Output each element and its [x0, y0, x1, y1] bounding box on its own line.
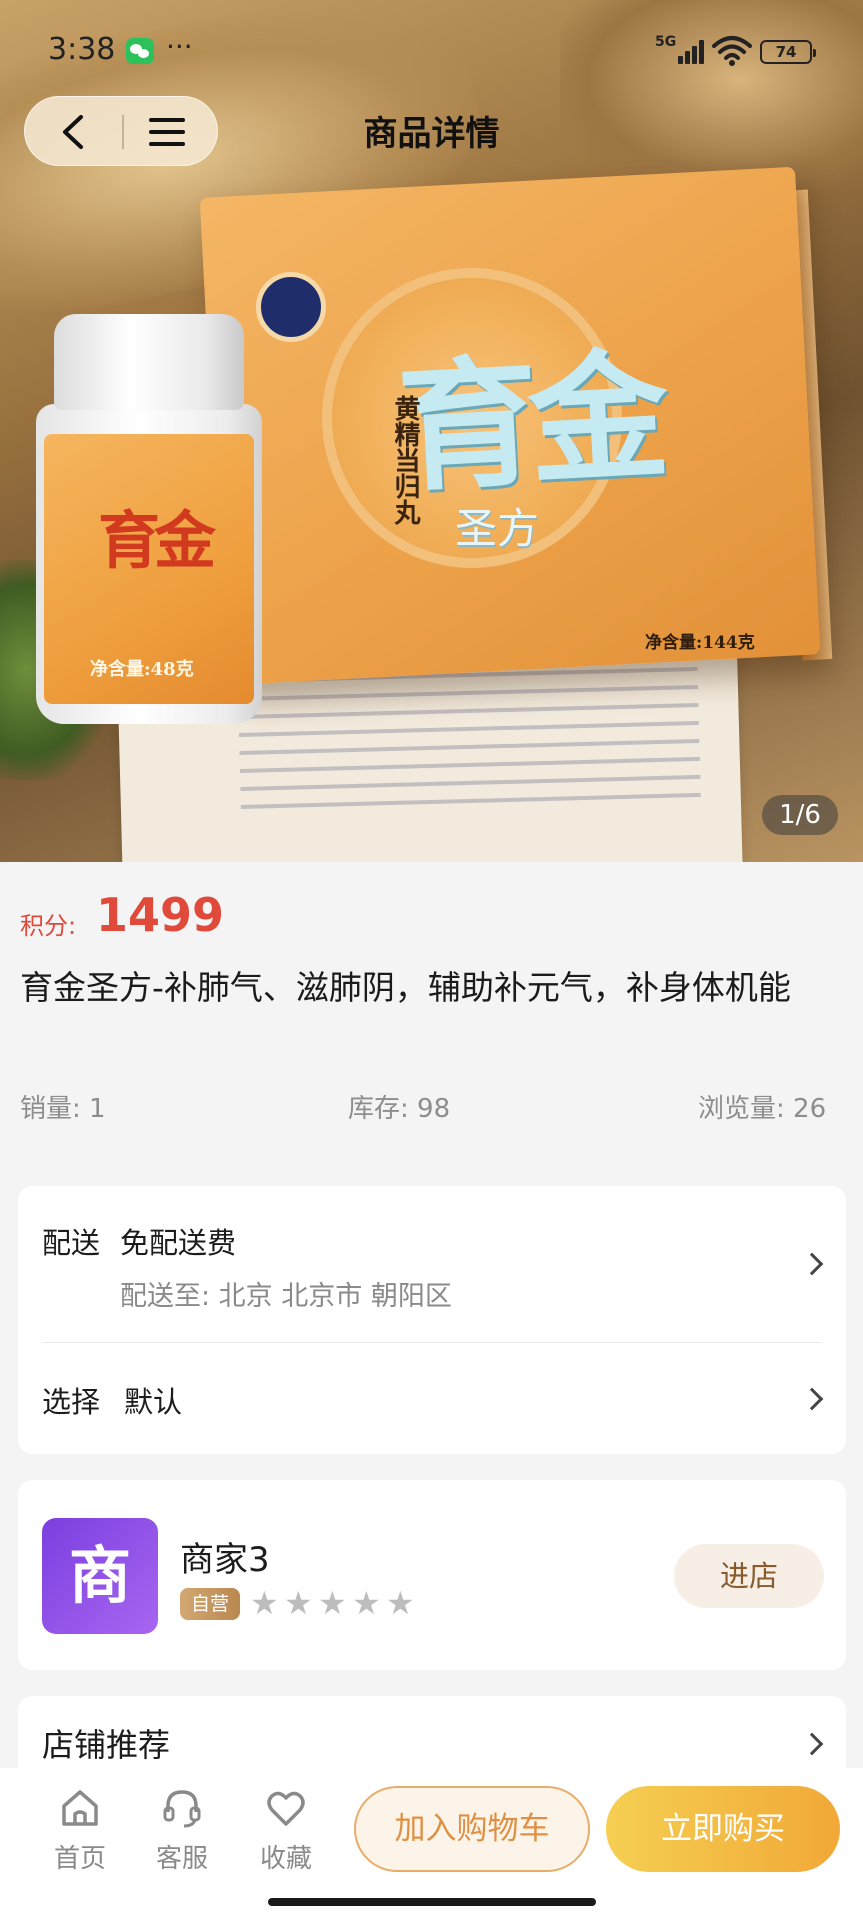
delivery-row[interactable]: 配送 免配送费 配送至: 北京 北京市 朝阳区	[18, 1186, 846, 1342]
box-product-name: 黄精当归丸	[390, 395, 420, 525]
delivery-address: 配送至: 北京 北京市 朝阳区	[120, 1281, 452, 1312]
delivery-label: 配送	[42, 1226, 101, 1260]
price-label: 积分:	[20, 912, 77, 940]
tab-service-label: 客服	[155, 1844, 208, 1874]
select-value: 默认	[124, 1385, 183, 1419]
home-icon	[62, 1790, 98, 1826]
box-brand-title: 育金	[394, 334, 663, 512]
merchant-avatar: 商	[42, 1518, 158, 1634]
star-icon: ★	[318, 1584, 347, 1622]
page-title: 商品详情	[363, 114, 500, 154]
chevron-right-icon	[800, 1387, 824, 1411]
spec-select-row[interactable]: 选择 默认	[18, 1343, 846, 1454]
box-net-content: 净含量:144克	[645, 633, 755, 653]
price-value: 1499	[96, 888, 225, 942]
box-brand-subtitle: 圣方	[455, 504, 540, 553]
product-title: 育金圣方-补肺气、滋肺阴，辅助补元气，补身体机能	[20, 968, 791, 1007]
delivery-fee: 免配送费	[120, 1226, 237, 1260]
product-bottle: 育金 净含量:48克	[36, 314, 262, 724]
home-indicator	[268, 1898, 596, 1906]
product-info: 积分: 1499 育金圣方-补肺气、滋肺阴，辅助补元气，补身体机能 销量: 1 …	[0, 862, 863, 1162]
star-icon: ★	[352, 1584, 381, 1622]
delivery-card: 配送 免配送费 配送至: 北京 北京市 朝阳区 选择 默认	[18, 1186, 846, 1454]
signal-icon	[666, 38, 706, 64]
tab-home[interactable]: 首页	[40, 1786, 120, 1878]
buy-now-button[interactable]: 立即购买	[606, 1786, 840, 1872]
tab-favorite[interactable]: 收藏	[246, 1786, 326, 1878]
tab-home-label: 首页	[53, 1844, 106, 1874]
battery-icon: 74	[760, 40, 816, 64]
star-icon: ★	[386, 1584, 415, 1622]
merchant-card: 商 商家3 自营 ★ ★ ★ ★ ★ 进店	[18, 1480, 846, 1670]
wechat-icon	[126, 38, 154, 64]
select-label: 选择	[42, 1385, 101, 1419]
shop-recommend-title: 店铺推荐	[42, 1726, 171, 1764]
star-icon: ★	[284, 1584, 313, 1622]
self-operated-badge: 自营	[180, 1588, 240, 1620]
chevron-right-icon	[800, 1732, 824, 1756]
add-to-cart-button[interactable]: 加入购物车	[354, 1786, 590, 1872]
bottle-brand-title: 育金	[98, 504, 216, 577]
view-count: 浏览量: 26	[698, 1094, 827, 1124]
tab-customer-service[interactable]: 客服	[142, 1786, 222, 1878]
headset-icon	[163, 1790, 201, 1828]
more-notifications-icon: ···	[166, 30, 193, 63]
wifi-icon	[712, 36, 752, 66]
star-icon: ★	[250, 1584, 279, 1622]
sales-count: 销量: 1	[20, 1094, 106, 1124]
merchant-name: 商家3	[180, 1540, 270, 1580]
image-counter: 1/6	[762, 795, 838, 835]
heart-icon	[267, 1791, 305, 1826]
chevron-right-icon	[800, 1252, 824, 1276]
tab-favorite-label: 收藏	[259, 1844, 312, 1874]
bottle-net-content: 净含量:48克	[90, 659, 194, 680]
stock-count: 库存: 98	[348, 1094, 451, 1124]
brand-logo	[256, 272, 326, 342]
status-time: 3:38	[48, 32, 116, 67]
status-bar: 3:38 ··· 5G 74	[0, 0, 863, 100]
enter-shop-button[interactable]: 进店	[674, 1544, 824, 1608]
